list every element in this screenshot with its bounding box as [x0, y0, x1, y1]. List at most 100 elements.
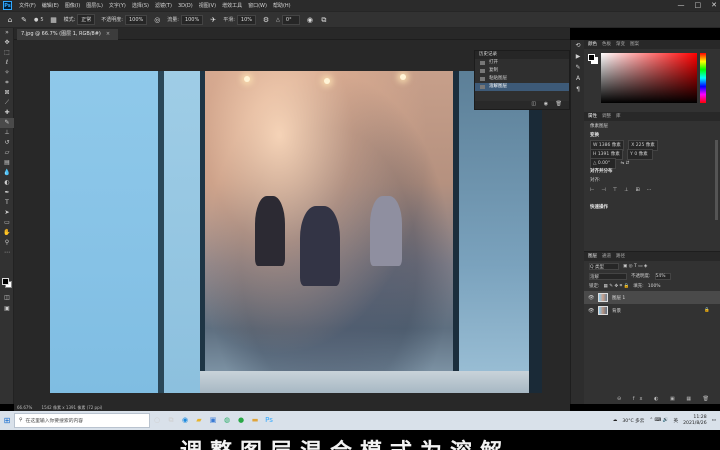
align-middle-icon[interactable]: ⊞	[635, 187, 639, 193]
menu-edit[interactable]: 编辑(E)	[39, 2, 62, 9]
angle-input[interactable]: 0°	[281, 14, 300, 25]
tab-layers[interactable]: 图层	[588, 252, 597, 261]
maximize-button[interactable]: □	[695, 1, 702, 9]
photoshop-taskbar-icon[interactable]: Ps	[262, 411, 276, 430]
tab-color[interactable]: 颜色	[588, 40, 597, 49]
close-document-icon[interactable]: ×	[106, 31, 110, 37]
smoothing-input[interactable]: 10%	[236, 14, 257, 25]
layer-row-selected[interactable]: 👁 图层 1	[584, 291, 720, 304]
tab-patterns[interactable]: 图案	[630, 40, 639, 49]
quick-mask-icon[interactable]: ◫	[0, 293, 14, 303]
document-size[interactable]: 1542 像素 x 1391 像素 (72 ppi)	[42, 405, 103, 410]
brush-tool-icon-active[interactable]: ✎	[0, 118, 14, 128]
history-item[interactable]: 复制	[475, 67, 569, 75]
frame-tool-icon[interactable]: ⊠	[0, 88, 14, 98]
task-view-icon[interactable]: ⧉	[164, 411, 178, 430]
history-item[interactable]: 打开	[475, 59, 569, 67]
blend-mode-select[interactable]: 溶解	[589, 272, 627, 280]
pressure-size-icon[interactable]: ◉	[306, 16, 314, 24]
gradient-tool-icon[interactable]: ▤	[0, 158, 14, 168]
menu-plugins[interactable]: 增效工具	[219, 2, 245, 9]
type-tool-icon[interactable]: T	[0, 198, 14, 208]
tray-icons[interactable]: ⌃ ⌨ 🔊	[649, 418, 668, 423]
zoom-tool-icon[interactable]: ⚲	[0, 238, 14, 248]
more-tools-icon[interactable]: ⋯	[0, 248, 14, 258]
menu-file[interactable]: 文件(F)	[16, 2, 39, 9]
visibility-eye-icon[interactable]: 👁	[588, 295, 594, 301]
lock-icons[interactable]: ▦ ✎ ✥ ⌗ 🔒	[604, 283, 630, 289]
symmetry-icon[interactable]: ⧉	[320, 16, 328, 24]
menu-layer[interactable]: 图层(L)	[83, 2, 106, 9]
tab-channels[interactable]: 通道	[602, 252, 611, 261]
color-field[interactable]	[601, 53, 697, 103]
clone-stamp-tool-icon[interactable]: ⊥	[0, 128, 14, 138]
tab-gradients[interactable]: 渐变	[616, 40, 625, 49]
menu-type[interactable]: 文字(Y)	[106, 2, 129, 9]
rectangle-tool-icon[interactable]: ▭	[0, 218, 14, 228]
history-brush-tool-icon[interactable]: ↺	[0, 138, 14, 148]
store-icon[interactable]: ▣	[206, 411, 220, 430]
brush-preset-picker[interactable]: ● 5	[34, 17, 44, 23]
close-window-button[interactable]: ✕	[711, 1, 717, 9]
history-item[interactable]: 粘贴图层	[475, 75, 569, 83]
align-center-icon[interactable]: ⊣	[601, 187, 605, 193]
align-right-icon[interactable]: ⊤	[613, 187, 617, 193]
flip-icons[interactable]: ⇋ ⇵	[620, 161, 629, 166]
opacity-input[interactable]: 100%	[124, 14, 148, 25]
menu-view[interactable]: 视图(V)	[196, 2, 219, 9]
actions-panel-icon[interactable]: ▶	[571, 51, 585, 62]
document-image[interactable]	[50, 71, 542, 393]
fill-input[interactable]: 100%	[648, 284, 661, 289]
align-bottom-icon[interactable]: ⋯	[647, 187, 652, 193]
move-tool-icon[interactable]: ✥	[0, 38, 14, 48]
properties-scrollbar[interactable]	[715, 140, 718, 220]
notification-icon[interactable]: ▭	[712, 418, 716, 423]
brush-settings-panel-icon[interactable]: ✎	[571, 62, 585, 73]
app-icon-green[interactable]: ●	[234, 411, 248, 430]
foreground-color-swatch[interactable]	[2, 278, 9, 285]
dodge-tool-icon[interactable]: ◐	[0, 178, 14, 188]
layer-kind-filter[interactable]: Q 类型	[589, 262, 619, 270]
screen-mode-icon[interactable]: ▣	[0, 304, 14, 314]
pen-tool-icon[interactable]: ✒	[0, 188, 14, 198]
input-language[interactable]: 英	[673, 418, 678, 424]
history-footer-icons[interactable]: ◫ ◉ 🗑	[475, 101, 569, 109]
taskbar-search-box[interactable]: ⚲ 在这里输入你要搜索的内容	[14, 413, 150, 428]
filter-icons[interactable]: ▣ ◎ T ▭ ◈	[623, 264, 647, 269]
hue-slider[interactable]	[700, 53, 706, 103]
layers-footer-icons[interactable]: ⊖ fx ◐ ▣ ▦ 🗑	[584, 396, 720, 402]
healing-brush-tool-icon[interactable]: ✚	[0, 108, 14, 118]
wechat-icon[interactable]: ◍	[220, 411, 234, 430]
tab-libraries[interactable]: 库	[616, 112, 621, 121]
brush-tool-icon[interactable]: ✎	[20, 16, 28, 24]
weather-text[interactable]: 30°C 多云	[622, 418, 644, 424]
smoothing-options-icon[interactable]: ⚙	[262, 16, 270, 24]
weather-icon[interactable]: ☁	[613, 418, 618, 423]
tab-swatches[interactable]: 色板	[602, 40, 611, 49]
menu-help[interactable]: 帮助(H)	[270, 2, 294, 9]
tab-adjustments[interactable]: 调整	[602, 112, 611, 121]
paragraph-panel-icon[interactable]: ¶	[571, 84, 585, 95]
blur-tool-icon[interactable]: 💧	[0, 168, 14, 178]
layer-row[interactable]: 👁 背景 🔒	[584, 304, 720, 317]
mode-select[interactable]: 正常	[77, 14, 96, 25]
airbrush-icon[interactable]: ✈	[209, 16, 217, 24]
home-icon[interactable]: ⌂	[6, 16, 14, 24]
flow-input[interactable]: 100%	[180, 14, 204, 25]
y-input[interactable]: Y 0 像素	[627, 149, 654, 160]
layer-opacity-input[interactable]: 54%	[654, 272, 671, 280]
align-top-icon[interactable]: ⊥	[624, 187, 628, 193]
quick-select-tool-icon[interactable]: ✧	[0, 68, 14, 78]
cortana-icon[interactable]: ○	[150, 411, 164, 430]
menu-filter[interactable]: 滤镜(T)	[152, 2, 175, 9]
menu-3d[interactable]: 3D(D)	[175, 3, 196, 9]
history-item-selected[interactable]: 溶解图层	[475, 83, 569, 91]
tab-properties[interactable]: 属性	[588, 112, 597, 121]
visibility-eye-icon[interactable]: 👁	[588, 308, 594, 314]
eraser-tool-icon[interactable]: ▱	[0, 148, 14, 158]
character-panel-icon[interactable]: A	[571, 73, 585, 84]
folder-icon[interactable]: ▬	[248, 411, 262, 430]
hand-tool-icon[interactable]: ✋	[0, 228, 14, 238]
path-select-tool-icon[interactable]: ➤	[0, 208, 14, 218]
clock[interactable]: 11:28 2021/8/26	[683, 415, 707, 427]
